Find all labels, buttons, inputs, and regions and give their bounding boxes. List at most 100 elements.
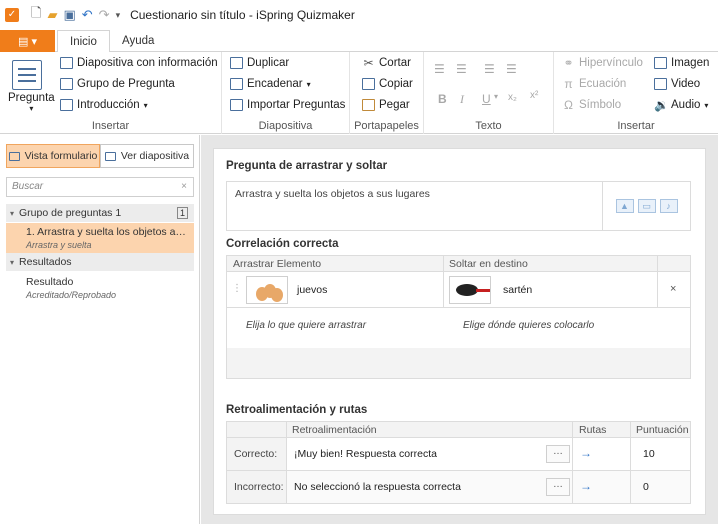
feedback-table: Retroalimentación Rutas Puntuación Corre… xyxy=(226,421,691,504)
add-video-icon[interactable]: ▭ xyxy=(637,199,656,213)
tree-group-1[interactable]: ▾ Grupo de preguntas 1 1 xyxy=(6,204,194,222)
eggs-image[interactable] xyxy=(246,276,288,304)
feedback-options-button[interactable]: … xyxy=(546,478,570,496)
customize-qa-icon[interactable]: ▾ xyxy=(116,10,121,21)
hipervinculo-button[interactable]: ⚭ Hipervínculo xyxy=(562,56,643,70)
introduccion-button[interactable]: Introducción ▾ xyxy=(60,99,148,111)
audio-button[interactable]: 🔉 Audio ▾ xyxy=(654,99,708,111)
feedback-row-incorrect: Incorrecto: No seleccionó la respuesta c… xyxy=(227,471,690,503)
tree-group-results[interactable]: ▾ Resultados xyxy=(6,253,194,271)
drag-item-text[interactable]: juevos xyxy=(297,284,327,296)
editor-area: Pregunta de arrastrar y soltar Arrastra … xyxy=(201,135,718,524)
ecuacion-button[interactable]: π Ecuación xyxy=(562,78,626,90)
tree-item-result[interactable]: Resultado Acreditado/Reprobado xyxy=(6,273,194,303)
file-menu-button[interactable]: ▤ ▾ xyxy=(0,30,55,52)
add-image-icon[interactable]: ▲ xyxy=(615,199,634,213)
diapositiva-info-button[interactable]: Diapositiva con información xyxy=(60,57,218,69)
simbolo-label: Símbolo xyxy=(579,99,622,111)
pregunta-label: Pregunta xyxy=(8,92,55,104)
paste-icon xyxy=(362,99,375,111)
chevron-down-icon: ▾ xyxy=(143,100,148,110)
score-value[interactable]: 10 xyxy=(643,448,655,460)
importar-label: Importar Preguntas xyxy=(247,99,346,111)
frying-pan-image[interactable] xyxy=(449,276,491,304)
view-form-button[interactable]: Vista formulario xyxy=(6,144,100,168)
feedback-heading: Retroalimentación y rutas xyxy=(226,404,368,416)
cortar-label: Cortar xyxy=(379,57,411,69)
group-count-badge: 1 xyxy=(177,207,188,219)
link-icon: ⚭ xyxy=(563,56,574,70)
italic-icon: I xyxy=(460,92,464,106)
duplicar-button[interactable]: Duplicar xyxy=(230,57,289,69)
encadenar-button[interactable]: Encadenar ▾ xyxy=(230,78,311,90)
group-label-insertar-media: Insertar xyxy=(617,120,655,132)
save-icon[interactable]: ▣ xyxy=(63,7,75,23)
route-arrow-icon[interactable]: → xyxy=(580,479,592,493)
video-button[interactable]: Video xyxy=(654,78,700,90)
feedback-options-button[interactable]: … xyxy=(546,445,570,463)
chevron-down-icon: ▾ xyxy=(704,100,709,110)
group-label-diapositiva: Diapositiva xyxy=(258,120,313,132)
question-text-field[interactable]: Arrastra y suelta los objetos a sus luga… xyxy=(226,181,691,231)
question-media-bar: ▲ ▭ ♪ xyxy=(602,182,690,230)
question-title: 1. Arrastra y suelta los objetos a sus l… xyxy=(26,226,194,238)
view-slide-button[interactable]: Ver diapositiva xyxy=(100,144,194,168)
underline-icon: U xyxy=(482,92,491,106)
form-view-icon xyxy=(8,151,20,161)
add-audio-icon[interactable]: ♪ xyxy=(659,199,678,213)
app-logo-icon: ✓ xyxy=(5,8,19,22)
new-row[interactable]: Elija lo que quiere arrastrar Elige dónd… xyxy=(227,308,690,346)
ecuacion-label: Ecuación xyxy=(579,78,627,90)
pegar-label: Pegar xyxy=(379,99,410,111)
copiar-label: Copiar xyxy=(379,78,413,90)
grupo-pregunta-button[interactable]: Grupo de Pregunta xyxy=(60,78,175,90)
correlation-header: Arrastrar Elemento Soltar en destino xyxy=(227,256,690,272)
equation-icon: π xyxy=(564,77,573,91)
undo-icon[interactable]: ↶ xyxy=(82,7,93,23)
drop-target-text[interactable]: sartén xyxy=(503,284,532,296)
results-label: Resultados xyxy=(19,256,72,268)
simbolo-button[interactable]: Ω Símbolo xyxy=(562,99,621,111)
pegar-button[interactable]: Pegar xyxy=(362,99,410,111)
imagen-label: Imagen xyxy=(671,57,710,69)
imagen-button[interactable]: Imagen xyxy=(654,57,709,69)
tree-item-question-1[interactable]: 1. Arrastra y suelta los objetos a sus l… xyxy=(6,223,194,253)
chevron-down-icon[interactable]: ▾ xyxy=(10,209,14,218)
importar-button[interactable]: Importar Preguntas xyxy=(230,99,345,111)
drag-hint: Elija lo que quiere arrastrar xyxy=(246,320,367,331)
clear-search-icon[interactable]: × xyxy=(181,178,187,196)
info-slide-icon xyxy=(60,57,73,69)
feedback-header: Retroalimentación Rutas Puntuación xyxy=(227,422,690,438)
score-value[interactable]: 0 xyxy=(643,481,649,493)
correlation-heading: Correlación correcta xyxy=(226,238,339,250)
chevron-down-icon: ▾ xyxy=(306,79,311,89)
chain-icon xyxy=(230,78,243,90)
group-diapositiva: Duplicar Encadenar ▾ Importar Preguntas … xyxy=(222,52,350,134)
delete-row-icon[interactable]: × xyxy=(670,283,676,295)
feedback-text[interactable]: ¡Muy bien! Respuesta correcta xyxy=(294,448,437,460)
feedback-text[interactable]: No seleccionó la respuesta correcta xyxy=(294,481,461,493)
introduccion-label: Introducción xyxy=(77,99,140,111)
redo-icon[interactable]: ↷ xyxy=(99,7,110,23)
route-arrow-icon[interactable]: → xyxy=(580,446,592,460)
hipervinculo-label: Hipervínculo xyxy=(579,57,643,69)
open-folder-icon[interactable]: ▰ xyxy=(47,7,57,23)
intro-slide-icon xyxy=(60,99,73,111)
new-file-icon[interactable]: 🗋 xyxy=(31,4,41,26)
view-switcher: Vista formulario Ver diapositiva xyxy=(6,144,194,168)
tab-ayuda[interactable]: Ayuda xyxy=(110,30,166,53)
pregunta-button[interactable]: Pregunta ▾ xyxy=(8,92,55,113)
drag-handle-icon[interactable]: ⋮ xyxy=(232,283,242,294)
cortar-button[interactable]: ✂ Cortar xyxy=(362,57,411,69)
quick-access-toolbar: 🗋 ▰ ▣ ↶ ↷ ▾ xyxy=(31,4,120,26)
question-icon xyxy=(12,60,42,90)
group-texto: ☰ ☰ ☰ ☰ B I U ▾ x₂ x² Texto xyxy=(424,52,554,134)
copiar-button[interactable]: Copiar xyxy=(362,78,413,90)
chevron-down-icon[interactable]: ▾ xyxy=(10,258,14,267)
bold-icon: B xyxy=(438,92,447,106)
tab-inicio[interactable]: Inicio xyxy=(57,30,110,53)
search-input[interactable]: Buscar × xyxy=(6,177,194,197)
video-label: Video xyxy=(671,78,701,90)
col-drag-header: Arrastrar Elemento xyxy=(233,258,322,270)
group-insertar: Pregunta ▾ Diapositiva con información G… xyxy=(0,52,222,134)
